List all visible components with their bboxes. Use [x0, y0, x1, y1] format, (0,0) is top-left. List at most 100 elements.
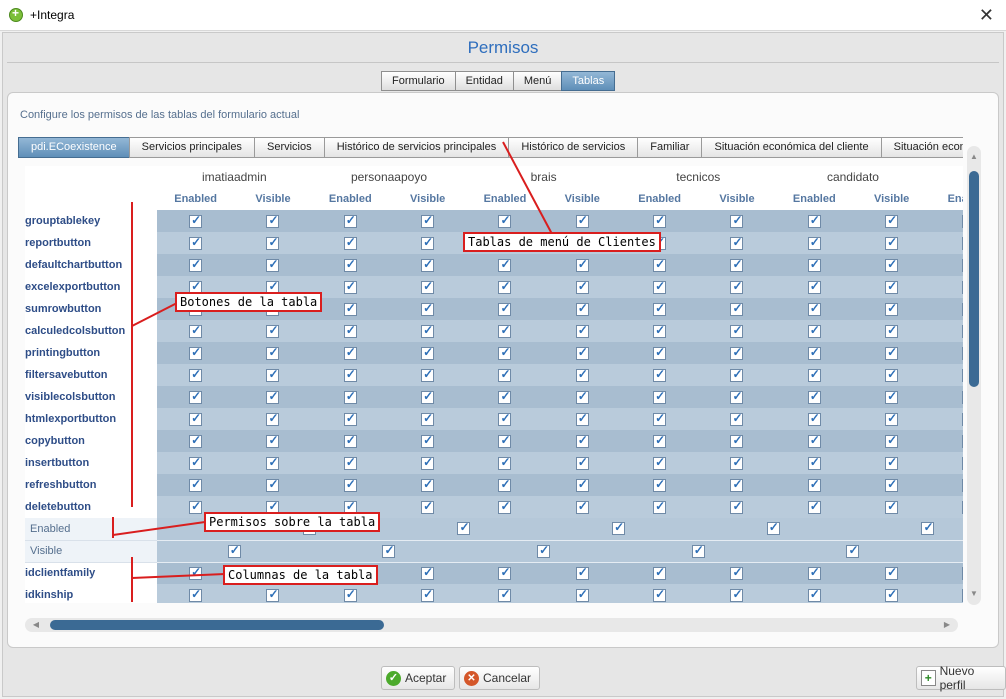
- subtab-historico-servicios[interactable]: Histórico de servicios: [508, 137, 639, 158]
- checkbox[interactable]: [807, 279, 821, 294]
- checkbox[interactable]: [266, 213, 280, 228]
- checkbox[interactable]: [885, 367, 899, 382]
- checkbox[interactable]: [498, 499, 512, 514]
- checkbox[interactable]: [885, 301, 899, 316]
- checkbox[interactable]: [730, 389, 744, 404]
- checkbox[interactable]: [807, 411, 821, 426]
- vertical-scrollbar[interactable]: ▲ ▼: [967, 146, 981, 605]
- tab-entidad[interactable]: Entidad: [454, 71, 513, 91]
- checkbox[interactable]: [730, 477, 744, 492]
- vertical-scroll-thumb[interactable]: [969, 171, 979, 387]
- checkbox[interactable]: [498, 279, 512, 294]
- checkbox[interactable]: [343, 433, 357, 448]
- checkbox[interactable]: [730, 455, 744, 470]
- checkbox[interactable]: [266, 367, 280, 382]
- checkbox[interactable]: [421, 279, 435, 294]
- checkbox[interactable]: [730, 411, 744, 426]
- checkbox[interactable]: [885, 411, 899, 426]
- checkbox[interactable]: [189, 389, 203, 404]
- checkbox[interactable]: [266, 587, 280, 602]
- checkbox[interactable]: [189, 411, 203, 426]
- horizontal-scrollbar[interactable]: ◀ ▶: [25, 618, 958, 632]
- checkbox[interactable]: [653, 411, 667, 426]
- checkbox[interactable]: [189, 257, 203, 272]
- tab-menu[interactable]: Menú: [512, 71, 562, 91]
- checkbox[interactable]: [421, 257, 435, 272]
- checkbox[interactable]: [730, 499, 744, 514]
- checkbox[interactable]: [421, 301, 435, 316]
- checkbox[interactable]: [962, 478, 963, 492]
- checkbox[interactable]: [730, 257, 744, 272]
- checkbox[interactable]: [962, 214, 963, 228]
- checkbox[interactable]: [189, 433, 203, 448]
- checkbox[interactable]: [498, 411, 512, 426]
- checkbox[interactable]: [730, 367, 744, 382]
- checkbox[interactable]: [343, 323, 357, 338]
- checkbox[interactable]: [498, 389, 512, 404]
- checkbox[interactable]: [962, 500, 963, 514]
- checkbox[interactable]: [730, 433, 744, 448]
- subtab-pdi-ecoexistence[interactable]: pdi.ECoexistence: [18, 137, 130, 158]
- checkbox[interactable]: [653, 345, 667, 360]
- checkbox[interactable]: [885, 235, 899, 250]
- checkbox[interactable]: [189, 477, 203, 492]
- checkbox[interactable]: [266, 433, 280, 448]
- checkbox[interactable]: [807, 213, 821, 228]
- checkbox[interactable]: [498, 433, 512, 448]
- checkbox[interactable]: [962, 346, 963, 360]
- checkbox[interactable]: [730, 213, 744, 228]
- scroll-left-icon[interactable]: ◀: [25, 618, 47, 632]
- checkbox[interactable]: [266, 411, 280, 426]
- subtab-servicios[interactable]: Servicios: [254, 137, 325, 158]
- checkbox[interactable]: [421, 587, 435, 602]
- checkbox[interactable]: [691, 543, 705, 558]
- checkbox[interactable]: [189, 323, 203, 338]
- checkbox[interactable]: [343, 279, 357, 294]
- checkbox[interactable]: [962, 456, 963, 470]
- checkbox[interactable]: [653, 367, 667, 382]
- checkbox[interactable]: [807, 455, 821, 470]
- checkbox[interactable]: [807, 587, 821, 602]
- checkbox[interactable]: [343, 301, 357, 316]
- checkbox[interactable]: [885, 499, 899, 514]
- checkbox[interactable]: [343, 455, 357, 470]
- checkbox[interactable]: [653, 587, 667, 602]
- checkbox[interactable]: [537, 543, 551, 558]
- checkbox[interactable]: [421, 389, 435, 404]
- subtab-situacion-economica[interactable]: Situación económica del cliente: [701, 137, 882, 158]
- checkbox[interactable]: [498, 587, 512, 602]
- checkbox[interactable]: [807, 565, 821, 580]
- checkbox[interactable]: [653, 279, 667, 294]
- checkbox[interactable]: [575, 411, 589, 426]
- checkbox[interactable]: [730, 345, 744, 360]
- checkbox[interactable]: [498, 345, 512, 360]
- checkbox[interactable]: [575, 323, 589, 338]
- checkbox[interactable]: [921, 520, 935, 536]
- checkbox[interactable]: [189, 565, 203, 580]
- checkbox[interactable]: [807, 301, 821, 316]
- checkbox[interactable]: [807, 499, 821, 514]
- checkbox[interactable]: [766, 520, 780, 536]
- checkbox[interactable]: [343, 477, 357, 492]
- checkbox[interactable]: [421, 477, 435, 492]
- checkbox[interactable]: [189, 455, 203, 470]
- checkbox[interactable]: [266, 257, 280, 272]
- scroll-down-icon[interactable]: ▼: [968, 587, 980, 601]
- checkbox[interactable]: [653, 565, 667, 580]
- checkbox[interactable]: [189, 235, 203, 250]
- checkbox[interactable]: [807, 477, 821, 492]
- checkbox[interactable]: [421, 345, 435, 360]
- checkbox[interactable]: [266, 389, 280, 404]
- checkbox[interactable]: [575, 565, 589, 580]
- checkbox[interactable]: [807, 323, 821, 338]
- checkbox[interactable]: [266, 455, 280, 470]
- checkbox[interactable]: [343, 213, 357, 228]
- cancel-button[interactable]: ✕ Cancelar: [459, 666, 541, 690]
- checkbox[interactable]: [653, 213, 667, 228]
- checkbox[interactable]: [962, 390, 963, 404]
- checkbox[interactable]: [807, 345, 821, 360]
- checkbox[interactable]: [962, 434, 963, 448]
- checkbox[interactable]: [730, 235, 744, 250]
- checkbox[interactable]: [885, 565, 899, 580]
- checkbox[interactable]: [962, 588, 963, 602]
